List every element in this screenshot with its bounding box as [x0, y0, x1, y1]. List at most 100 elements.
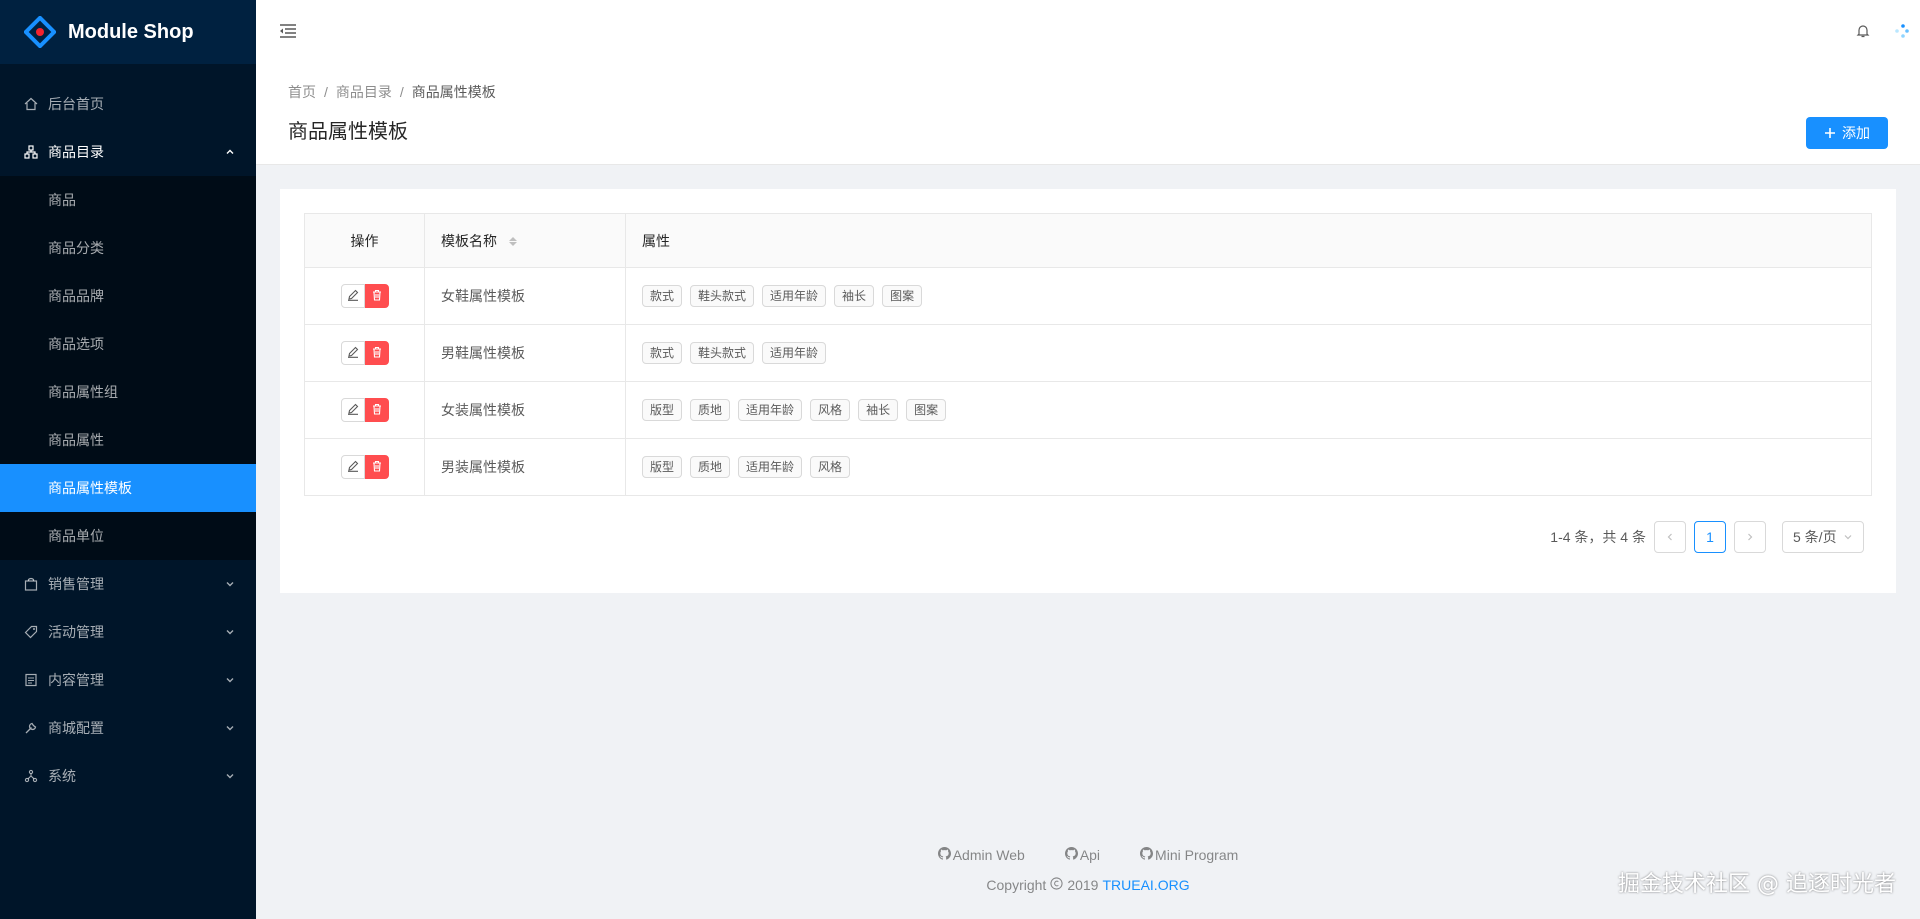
- brand-link[interactable]: TRUEAI.ORG: [1102, 877, 1189, 893]
- edit-icon: [347, 345, 359, 361]
- edit-button[interactable]: [340, 284, 365, 308]
- sidebar-item-catalog[interactable]: 商品目录: [0, 128, 256, 176]
- shopping-bag-icon: [24, 577, 38, 591]
- page-header: 首页 / 商品目录 / 商品属性模板 商品属性模板 添加: [256, 64, 1920, 165]
- apartment-icon: [24, 769, 38, 783]
- table-card: 操作 模板名称 属性 女鞋属性模板 款式 鞋头款式 适用年龄 袖长 图案 男鞋属性模板 款式鞋…: [280, 189, 1896, 593]
- attribute-tag: 版型: [642, 399, 683, 421]
- sidebar-item-shop-config[interactable]: 商城配置: [0, 704, 256, 752]
- menu-fold-toggle[interactable]: [256, 0, 320, 64]
- cluster-icon: [24, 145, 38, 159]
- delete-button[interactable]: [364, 455, 389, 479]
- sidebar-item-label: 活动管理: [48, 624, 104, 640]
- delete-button[interactable]: [364, 284, 389, 308]
- add-button[interactable]: 添加: [1806, 117, 1888, 149]
- sidebar-item-units[interactable]: 商品单位: [0, 512, 256, 560]
- attribute-tag: 质地: [690, 399, 731, 421]
- sidebar-item-label: 商品属性组: [48, 384, 118, 400]
- sidebar-item-brands[interactable]: 商品品牌: [0, 272, 256, 320]
- notification-button[interactable]: [1844, 0, 1882, 64]
- breadcrumb-home[interactable]: 首页: [288, 82, 316, 102]
- chevron-down-icon: [224, 674, 236, 686]
- column-header-label: 模板名称: [441, 232, 497, 249]
- chevron-up-icon: [224, 146, 236, 158]
- page-size-select[interactable]: 5 条/页: [1782, 521, 1864, 553]
- table-header-row: 操作 模板名称 属性: [304, 213, 1872, 268]
- footer-link-mini-program[interactable]: Mini Program: [1140, 847, 1238, 863]
- page-1-button[interactable]: 1: [1694, 521, 1726, 553]
- footer-link-api[interactable]: Api: [1064, 847, 1100, 863]
- logo[interactable]: Module Shop: [0, 0, 256, 64]
- sidebar-item-system[interactable]: 系统: [0, 752, 256, 800]
- sidebar-item-label: 商品目录: [48, 144, 104, 160]
- next-page-button[interactable]: [1734, 521, 1766, 553]
- template-name: 女鞋属性模板: [424, 267, 626, 325]
- attribute-tag: 款式: [642, 285, 683, 307]
- delete-icon: [371, 459, 383, 475]
- delete-button[interactable]: [364, 341, 389, 365]
- sidebar-item-label: 后台首页: [48, 96, 104, 112]
- breadcrumb: 首页 / 商品目录 / 商品属性模板: [288, 82, 1888, 102]
- template-attributes: 版型 质地 适用年龄 风格: [625, 438, 1872, 496]
- sidebar: Module Shop 后台首页 商品目录 商品 商品分类 商品品牌 商品选项 …: [0, 0, 256, 919]
- sidebar-item-label: 商品属性模板: [48, 480, 132, 496]
- attribute-tag: 袖长: [858, 399, 899, 421]
- breadcrumb-separator: /: [399, 84, 404, 100]
- catalog-submenu: 商品 商品分类 商品品牌 商品选项 商品属性组 商品属性 商品属性模板 商品单位: [0, 176, 256, 560]
- sidebar-item-label: 商品: [48, 192, 76, 208]
- sidebar-item-products[interactable]: 商品: [0, 176, 256, 224]
- row-actions: [304, 438, 425, 496]
- sidebar-item-categories[interactable]: 商品分类: [0, 224, 256, 272]
- edit-icon: [347, 288, 359, 304]
- attribute-tag: 适用年龄: [762, 342, 827, 364]
- edit-button[interactable]: [340, 455, 365, 479]
- edit-button[interactable]: [340, 341, 365, 365]
- breadcrumb-current: 商品属性模板: [411, 84, 496, 100]
- footer-link-admin-web[interactable]: Admin Web: [937, 847, 1025, 863]
- breadcrumb-catalog[interactable]: 商品目录: [336, 82, 392, 102]
- bell-icon: [1856, 24, 1870, 41]
- sidebar-item-dashboard[interactable]: 后台首页: [0, 80, 256, 128]
- delete-button[interactable]: [364, 398, 389, 422]
- template-attributes: 款式 鞋头款式 适用年龄: [625, 324, 1872, 382]
- edit-button[interactable]: [340, 398, 365, 422]
- tag-icon: [24, 625, 38, 639]
- logo-icon: [23, 15, 57, 49]
- home-icon: [24, 97, 38, 111]
- chevron-left-icon: [1665, 529, 1675, 545]
- chevron-down-icon: [1843, 529, 1853, 545]
- attribute-tag: 风格: [810, 399, 851, 421]
- sidebar-item-promotions[interactable]: 活动管理: [0, 608, 256, 656]
- sidebar-item-content[interactable]: 内容管理: [0, 656, 256, 704]
- sidebar-item-attributes[interactable]: 商品属性: [0, 416, 256, 464]
- sidebar-menu: 后台首页 商品目录 商品 商品分类 商品品牌 商品选项 商品属性组 商品属性 商…: [0, 80, 256, 800]
- column-header-name[interactable]: 模板名称: [424, 213, 626, 268]
- attribute-tag: 质地: [690, 456, 731, 478]
- header-actions: [1844, 0, 1920, 64]
- delete-icon: [371, 345, 383, 361]
- action-button-group: [340, 398, 389, 422]
- sidebar-item-label: 商品单位: [48, 528, 104, 544]
- template-table: 操作 模板名称 属性 女鞋属性模板 款式 鞋头款式 适用年龄 袖长 图案 男鞋属性模板 款式鞋…: [304, 213, 1872, 496]
- chevron-right-icon: [1745, 529, 1755, 545]
- sidebar-item-attribute-groups[interactable]: 商品属性组: [0, 368, 256, 416]
- menu-fold-icon: [279, 23, 297, 42]
- sort-icon[interactable]: [508, 237, 517, 247]
- template-attributes: 款式 鞋头款式 适用年龄 袖长 图案: [625, 267, 1872, 325]
- attribute-tag: 款式: [642, 342, 683, 364]
- attribute-tag: 适用年龄: [762, 285, 827, 307]
- pagination-total: 1-4 条，共 4 条: [1550, 529, 1646, 545]
- prev-page-button[interactable]: [1654, 521, 1686, 553]
- attribute-tag: 适用年龄: [738, 456, 803, 478]
- column-header-actions: 操作: [304, 213, 425, 268]
- sidebar-item-label: 商品属性: [48, 432, 104, 448]
- sidebar-item-options[interactable]: 商品选项: [0, 320, 256, 368]
- sidebar-item-label: 系统: [48, 768, 76, 784]
- sidebar-item-label: 内容管理: [48, 672, 104, 688]
- sidebar-item-label: 商城配置: [48, 720, 104, 736]
- page-title: 商品属性模板: [288, 121, 408, 143]
- sidebar-item-attribute-templates[interactable]: 商品属性模板: [0, 464, 256, 512]
- attribute-tag: 袖长: [834, 285, 875, 307]
- chevron-down-icon: [224, 770, 236, 782]
- sidebar-item-sales[interactable]: 销售管理: [0, 560, 256, 608]
